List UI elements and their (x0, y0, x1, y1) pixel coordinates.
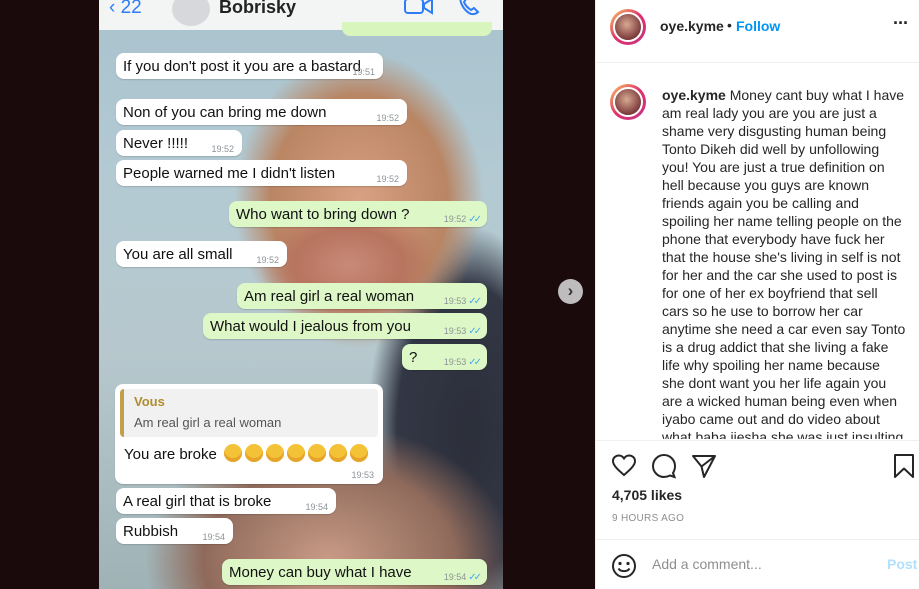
message-time: 19:52 (256, 255, 279, 265)
message-time: 19:52 (211, 144, 234, 154)
message-bubble: Money can buy what I have 19:54 ✓✓ (222, 559, 487, 585)
next-slide-button[interactable]: › (558, 279, 583, 304)
more-options-icon[interactable]: ··· (893, 13, 909, 34)
post-caption: oye.kyme Money cant buy what I have am r… (662, 86, 906, 439)
quoted-author: Vous (134, 394, 165, 409)
chevron-right-icon: › (567, 281, 574, 300)
caption-author-avatar[interactable] (610, 84, 646, 120)
message-time: 19:54 (305, 502, 328, 512)
read-receipt-icon: ✓✓ (468, 214, 482, 225)
message-bubble: ? 19:53 ✓✓ (402, 344, 487, 370)
author-username[interactable]: oye.kyme (660, 18, 724, 34)
read-receipt-icon: ✓✓ (468, 572, 482, 583)
message-bubble: You are all small 19:52 (116, 241, 287, 267)
message-bubble: A real girl that is broke 19:54 (116, 488, 336, 514)
message-text: Who want to bring down ? (236, 206, 410, 223)
previous-outgoing-bubble (342, 22, 492, 36)
message-bubble: People warned me I didn't listen 19:52 (116, 160, 407, 186)
laughing-emoji-icon (224, 444, 243, 462)
message-time: 19:53 ✓✓ (443, 296, 482, 307)
message-text: Am real girl a real woman (244, 288, 415, 305)
avatar-image (613, 12, 643, 42)
message-bubble: Rubbish 19:54 (116, 518, 233, 544)
post-media: ‹ 22 Bobrisky If you don't post it you a… (0, 0, 595, 589)
reply-message-bubble: Vous Am real girl a real woman You are b… (115, 384, 383, 484)
phone-call-icon (459, 0, 480, 16)
video-call-icon (404, 0, 433, 15)
caption-text: Money cant buy what I have am real lady … (662, 87, 906, 439)
message-time: 19:54 (202, 532, 225, 542)
contact-name: Bobrisky (219, 0, 297, 17)
contact-avatar (172, 0, 210, 26)
laughing-emoji-icon (329, 444, 348, 462)
bookmark-icon[interactable] (891, 453, 917, 479)
message-text: Never !!!!! (123, 135, 189, 152)
heart-icon[interactable] (611, 453, 637, 479)
comment-icon[interactable] (651, 453, 677, 479)
message-time: 19:53 ✓✓ (443, 357, 482, 368)
laughing-emoji-icon (245, 444, 264, 462)
caption-username[interactable]: oye.kyme (662, 87, 726, 103)
message-time: 19:52 (376, 113, 399, 123)
laughing-emoji-icon (308, 444, 327, 462)
follow-separator: • (727, 17, 732, 33)
message-text: People warned me I didn't listen (123, 165, 336, 182)
message-bubble: Non of you can bring me down 19:52 (116, 99, 407, 125)
quoted-message: Vous Am real girl a real woman (120, 389, 378, 437)
comment-input[interactable]: Add a comment... (652, 556, 762, 572)
reply-text: You are broke (124, 446, 217, 463)
back-count: 22 (120, 0, 142, 18)
message-text: Money can buy what I have (229, 564, 412, 581)
post-sidebar: oye.kyme • Follow ··· oye.kyme Money can… (595, 0, 919, 589)
reply-text-line: You are broke (124, 444, 369, 463)
emoji-icon[interactable] (611, 553, 637, 579)
message-time: 19:54 ✓✓ (443, 572, 482, 583)
back-button: ‹ 22 (109, 0, 142, 19)
message-bubble: Never !!!!! 19:52 (116, 130, 242, 156)
avatar-image (613, 87, 643, 117)
message-text: You are all small (123, 246, 233, 263)
message-time: 19:51 (352, 67, 375, 77)
read-receipt-icon: ✓✓ (468, 326, 482, 337)
message-text: ? (409, 349, 418, 366)
message-text: Non of you can bring me down (123, 104, 327, 121)
message-time: 19:53 (351, 470, 374, 480)
laughing-emoji-icon (287, 444, 306, 462)
message-text: What would I jealous from you (210, 318, 411, 335)
message-bubble: If you don't post it you are a bastard 19… (116, 53, 383, 79)
share-icon[interactable] (691, 453, 717, 479)
likes-count[interactable]: 4,705 likes (612, 487, 682, 503)
read-receipt-icon: ✓✓ (468, 296, 482, 307)
message-bubble: Who want to bring down ? 19:52 ✓✓ (229, 201, 487, 227)
author-avatar[interactable] (610, 9, 646, 45)
follow-button[interactable]: Follow (736, 18, 780, 34)
message-time: 19:52 (376, 174, 399, 184)
message-text: If you don't post it you are a bastard (123, 58, 362, 75)
message-time: 19:52 ✓✓ (443, 214, 482, 225)
message-text: A real girl that is broke (123, 493, 272, 510)
quoted-text: Am real girl a real woman (134, 415, 282, 430)
message-time: 19:53 ✓✓ (443, 326, 482, 337)
comment-divider (596, 539, 919, 540)
laughing-emoji-icon (266, 444, 285, 462)
message-text: Rubbish (123, 523, 179, 540)
laughing-emoji-icon (350, 444, 369, 462)
post-timestamp[interactable]: 9 HOURS AGO (612, 513, 684, 524)
read-receipt-icon: ✓✓ (468, 357, 482, 368)
actions-divider (596, 440, 919, 441)
post-header: oye.kyme • Follow ··· (596, 0, 919, 63)
post-comment-button[interactable]: Post (887, 556, 917, 572)
message-bubble: What would I jealous from you 19:53 ✓✓ (203, 313, 487, 339)
message-bubble: Am real girl a real woman 19:53 ✓✓ (237, 283, 487, 309)
